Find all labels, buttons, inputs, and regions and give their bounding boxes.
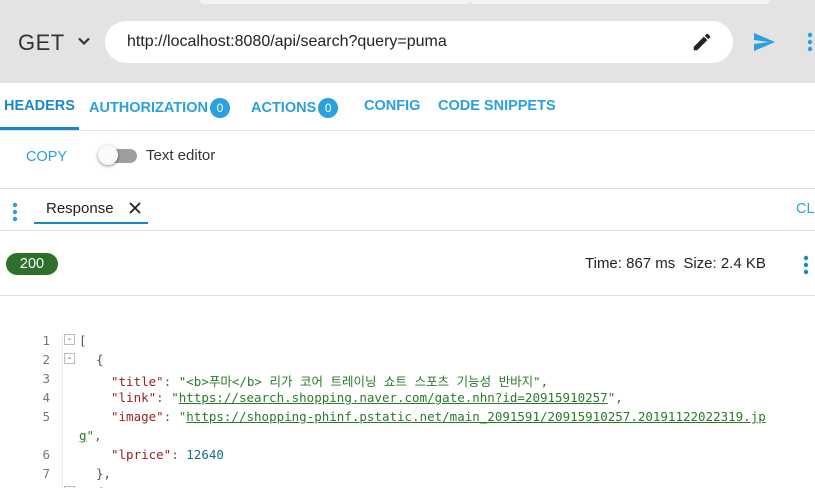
response-time: Time: 867 ms [585,255,676,272]
tab-headers[interactable]: HEADERS [4,98,75,114]
tab-config[interactable]: CONFIG [364,98,420,114]
url-text[interactable]: http://localhost:8080/api/search?query=p… [127,33,447,51]
fold-toggle[interactable]: - [64,334,75,345]
gutter-divider [62,330,63,488]
json-key: "title" [111,374,164,389]
code-line: "title": "<b>푸마</b> 리가 코어 트레이닝 쇼트 스포츠 기능… [111,374,549,389]
method-select[interactable]: GET [18,30,65,56]
code-line: [ [79,333,87,348]
more-vert-icon[interactable] [11,202,19,222]
line-number: 1 [42,333,50,348]
tab-actions[interactable]: ACTIONS 0 [251,98,339,118]
tab-authorization[interactable]: AUTHORIZATION 0 [89,98,230,118]
code-line: "lprice": 12640 [111,447,224,462]
code-line: { [96,352,104,367]
json-link[interactable]: https://search.shopping.naver.com/gate.n… [179,390,608,405]
json-link[interactable]: https://shopping-phinf.pstatic.net/main_… [186,409,765,424]
pencil-icon[interactable] [691,31,713,53]
code-line-wrap: g", [79,428,102,443]
response-tabs: Response CL [0,189,815,231]
line-number: 2 [42,352,50,367]
json-key: "image" [111,409,164,424]
line-number: 4 [42,390,50,405]
more-vert-icon[interactable] [802,255,810,275]
code-line: "link": "https://search.shopping.naver.c… [111,390,623,405]
json-key: "link" [111,390,157,405]
actions-count-badge: 0 [318,98,339,118]
line-number: 7 [42,466,50,481]
tab-response[interactable]: Response [46,200,114,217]
line-number: 3 [42,371,50,386]
more-vert-icon[interactable] [806,32,814,52]
window-tab-edge [200,0,470,4]
tab-authorization-label: AUTHORIZATION [89,100,208,116]
line-number: 6 [42,447,50,462]
line-number: 5 [42,409,50,424]
clear-button[interactable]: CL [796,201,815,217]
response-status: 200 Time: 867 ms Size: 2.4 KB [0,231,815,296]
fold-toggle[interactable]: - [64,353,75,364]
tab-code-snippets[interactable]: CODE SNIPPETS [438,98,556,114]
code-line: "image": "https://shopping-phinf.pstatic… [111,409,766,424]
json-key: "lprice" [111,447,172,462]
copy-button[interactable]: COPY [26,149,67,165]
response-size: Size: 2.4 KB [683,255,766,272]
chevron-down-icon[interactable] [76,33,92,49]
text-editor-label: Text editor [146,147,216,164]
toggle-knob[interactable] [98,145,118,165]
tab-actions-label: ACTIONS [251,100,317,116]
url-input[interactable]: http://localhost:8080/api/search?query=p… [105,21,733,63]
authorization-count-badge: 0 [209,98,230,118]
window-tab-edge [470,0,770,4]
code-line: }, [96,466,112,481]
response-body[interactable]: 1 2 3 4 5 6 7 8 - - - [ { "title": "<b>푸… [0,330,815,488]
request-tabs: HEADERS AUTHORIZATION 0 ACTIONS 0 CONFIG… [0,83,815,131]
json-number: 12640 [186,447,224,462]
close-icon[interactable] [128,201,142,215]
headers-toolbar: COPY Text editor [0,131,815,189]
status-badge: 200 [6,253,58,275]
json-link[interactable]: g [79,428,87,443]
active-tab-indicator [34,222,148,224]
send-icon[interactable] [752,31,776,53]
json-string: "<b>푸마</b> 리가 코어 트레이닝 쇼트 스포츠 기능성 반바지" [178,374,541,389]
response-meta: Time: 867 ms Size: 2.4 KB [585,255,766,272]
request-bar: GET http://localhost:8080/api/search?que… [0,0,815,83]
active-tab-indicator [0,127,79,130]
